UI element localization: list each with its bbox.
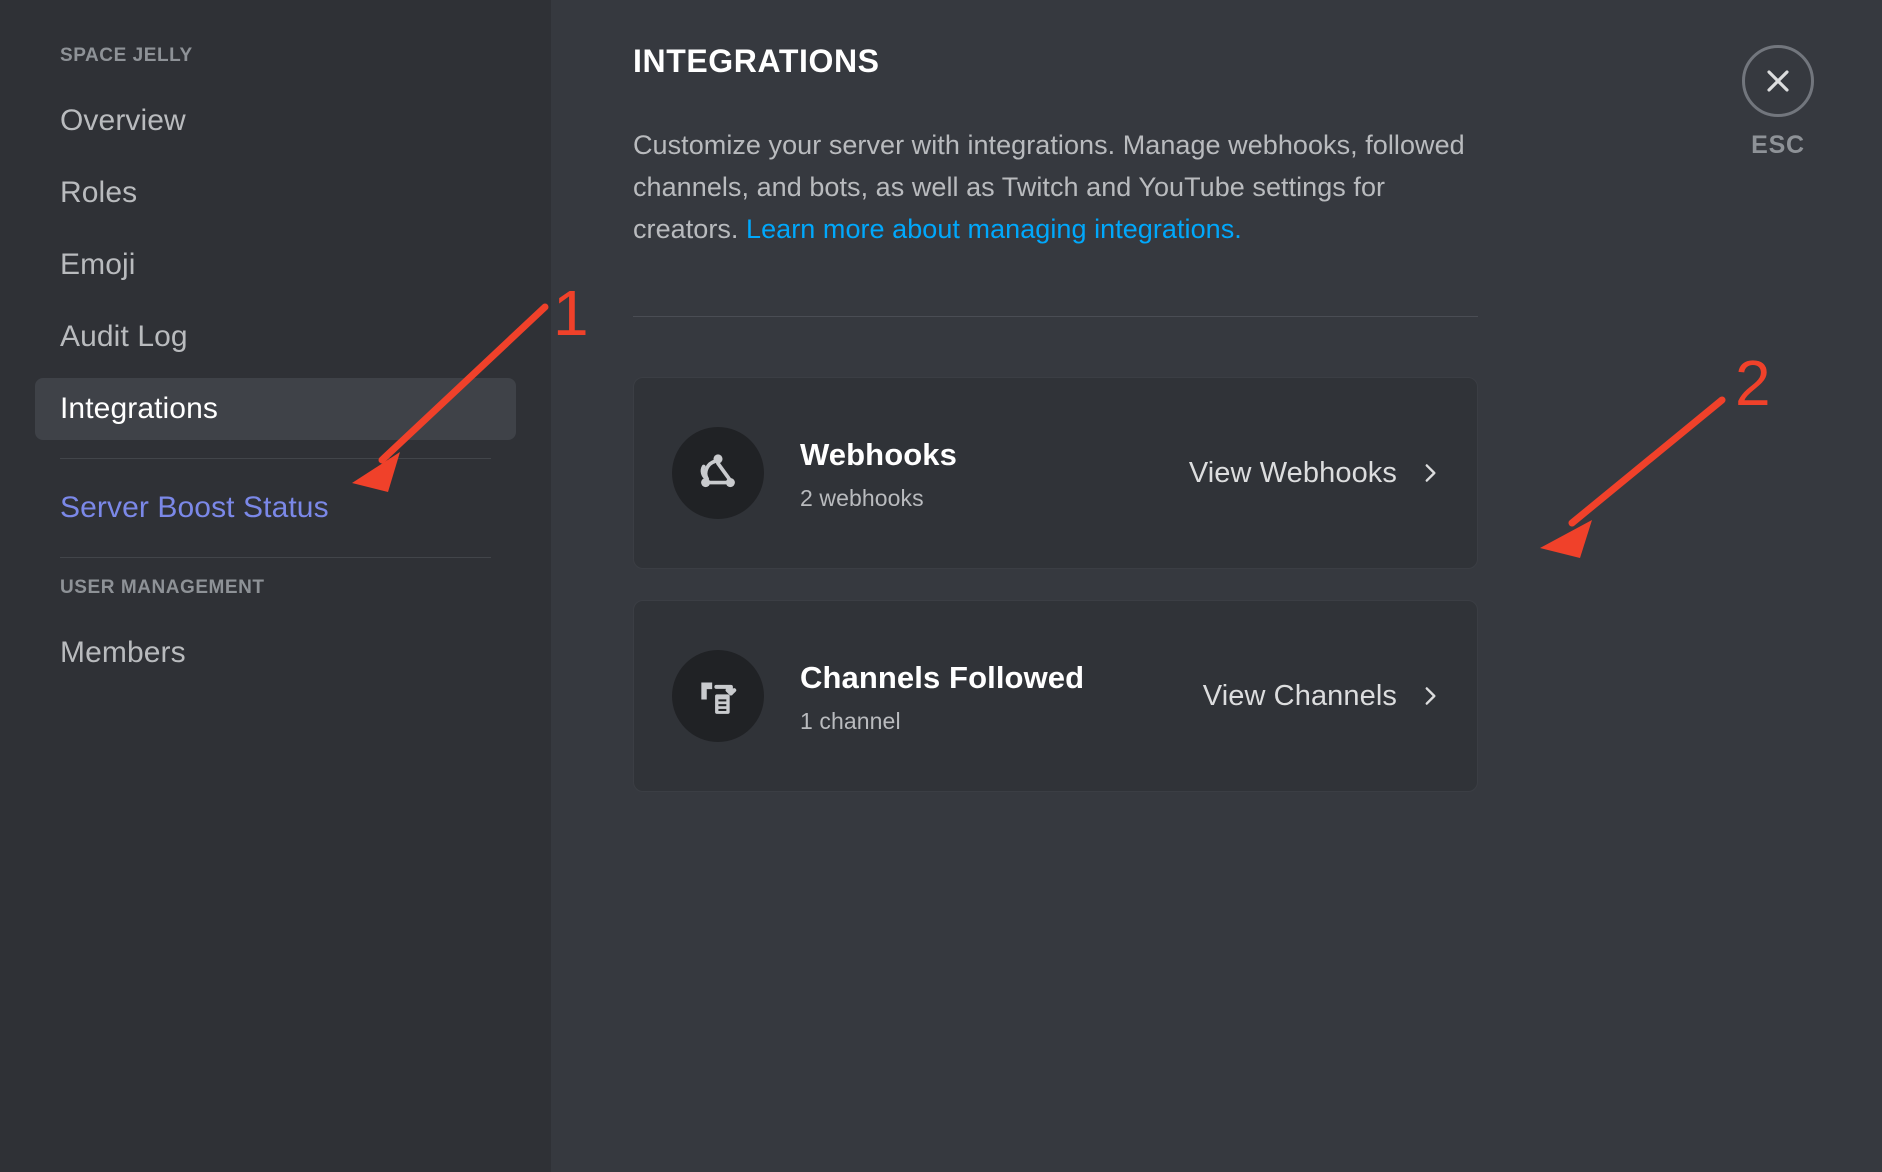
chevron-right-icon bbox=[1417, 683, 1443, 709]
sidebar-divider-2 bbox=[60, 557, 491, 558]
sidebar-item-server-boost-status[interactable]: Server Boost Status bbox=[35, 477, 516, 539]
sidebar-item-roles[interactable]: Roles bbox=[35, 162, 516, 224]
followed-channels-icon bbox=[672, 650, 764, 742]
view-webhooks-button[interactable]: View Webhooks bbox=[1189, 457, 1443, 490]
sidebar-item-label: Emoji bbox=[60, 248, 136, 281]
webhook-icon bbox=[672, 427, 764, 519]
esc-label: ESC bbox=[1751, 131, 1805, 159]
sidebar-item-integrations[interactable]: Integrations bbox=[35, 378, 516, 440]
learn-more-link[interactable]: Learn more about managing integrations. bbox=[746, 214, 1242, 244]
sidebar-item-emoji[interactable]: Emoji bbox=[35, 234, 516, 296]
settings-sidebar: SPACE JELLY Overview Roles Emoji Audit L… bbox=[0, 0, 551, 1172]
sidebar-item-label: Members bbox=[60, 636, 186, 669]
integrations-panel: INTEGRATIONS Customize your server with … bbox=[551, 0, 1882, 1172]
card-subtitle: 1 channel bbox=[800, 707, 901, 734]
sidebar-item-overview[interactable]: Overview bbox=[35, 90, 516, 152]
sidebar-item-label: Roles bbox=[60, 176, 138, 209]
card-title: Webhooks bbox=[800, 436, 957, 472]
card-title: Channels Followed bbox=[800, 659, 1085, 695]
settings-modal: SPACE JELLY Overview Roles Emoji Audit L… bbox=[0, 0, 1882, 1172]
webhooks-card[interactable]: Webhooks 2 webhooks View Webhooks bbox=[633, 377, 1478, 569]
channels-followed-card-text: Channels Followed 1 channel bbox=[800, 658, 1203, 735]
close-button[interactable]: ESC bbox=[1732, 45, 1824, 160]
channels-followed-card[interactable]: Channels Followed 1 channel View Channel… bbox=[633, 600, 1478, 792]
close-icon bbox=[1742, 45, 1814, 117]
sidebar-item-label: Integrations bbox=[60, 392, 218, 425]
sidebar-item-label: Server Boost Status bbox=[60, 491, 329, 524]
webhooks-card-text: Webhooks 2 webhooks bbox=[800, 435, 1189, 512]
view-channels-label: View Channels bbox=[1202, 679, 1397, 712]
sidebar-item-label: Overview bbox=[60, 104, 186, 137]
view-webhooks-label: View Webhooks bbox=[1188, 456, 1397, 489]
sidebar-item-label: Audit Log bbox=[60, 320, 188, 353]
sidebar-item-audit-log[interactable]: Audit Log bbox=[35, 306, 516, 368]
page-description: Customize your server with integrations.… bbox=[633, 124, 1493, 250]
page-title: INTEGRATIONS bbox=[633, 43, 880, 79]
sidebar-section-user-management: USER MANAGEMENT bbox=[60, 577, 265, 598]
card-subtitle: 2 webhooks bbox=[800, 484, 924, 511]
sidebar-server-name: SPACE JELLY bbox=[60, 45, 193, 66]
sidebar-item-members[interactable]: Members bbox=[35, 622, 516, 684]
view-channels-button[interactable]: View Channels bbox=[1203, 680, 1443, 713]
sidebar-divider-1 bbox=[60, 458, 491, 459]
chevron-right-icon bbox=[1417, 460, 1443, 486]
section-divider bbox=[633, 316, 1478, 317]
